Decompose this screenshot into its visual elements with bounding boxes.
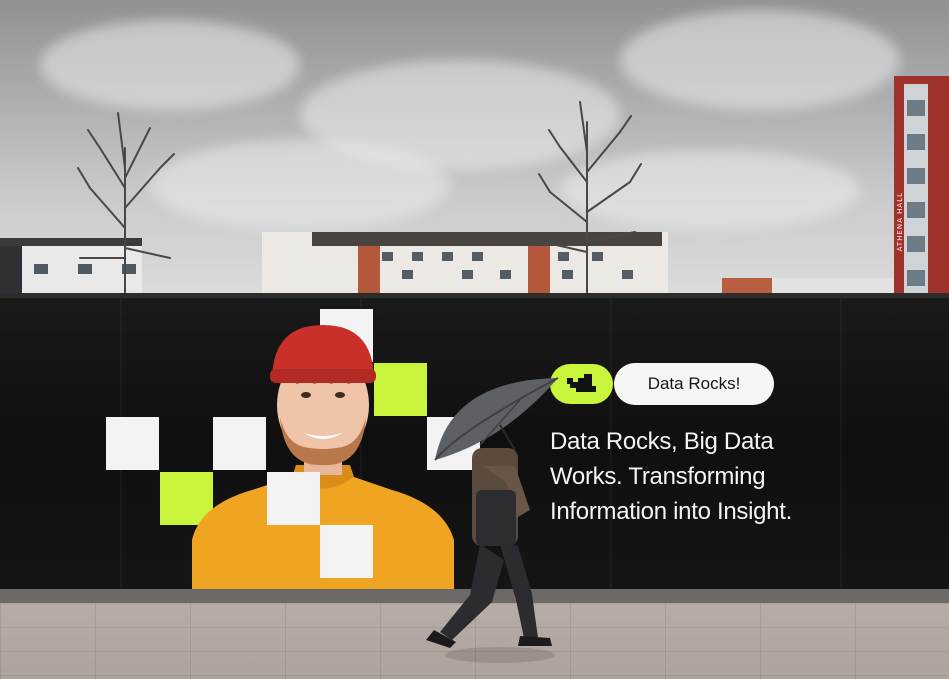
window (500, 270, 511, 279)
street-scene: ATHENA HALL Data Rocks! Data Rocks, Big … (0, 0, 949, 679)
brick-column (358, 246, 380, 298)
tag-pill: Data Rocks! (614, 363, 774, 405)
pixel-tile (106, 417, 159, 470)
cloud (150, 140, 450, 230)
building-sign: ATHENA HALL (896, 192, 904, 252)
window (907, 202, 925, 218)
bare-tree-right (538, 101, 642, 298)
headline-line: Information into Insight. (550, 498, 792, 525)
window (34, 264, 48, 274)
cloud (620, 10, 900, 110)
window (907, 134, 925, 150)
window (907, 100, 925, 116)
cloud (40, 20, 300, 110)
window (462, 270, 473, 279)
building-tower (894, 76, 949, 298)
bare-tree-left (77, 112, 175, 298)
headline: Data Rocks, Big Data Works. Transforming… (550, 424, 840, 529)
building-shadow (0, 246, 22, 298)
headline-line: Works. Transforming (550, 463, 766, 490)
window (382, 252, 393, 261)
pixel-tile (267, 472, 320, 525)
window (907, 168, 925, 184)
poster-wrinkle (840, 298, 842, 591)
window (412, 252, 423, 261)
window (472, 252, 483, 261)
window (907, 236, 925, 252)
window (402, 270, 413, 279)
headline-line: Data Rocks, Big Data (550, 428, 774, 455)
pixel-tile (320, 525, 373, 578)
window (442, 252, 453, 261)
window (907, 270, 925, 286)
pedestrian-with-umbrella (426, 377, 559, 663)
